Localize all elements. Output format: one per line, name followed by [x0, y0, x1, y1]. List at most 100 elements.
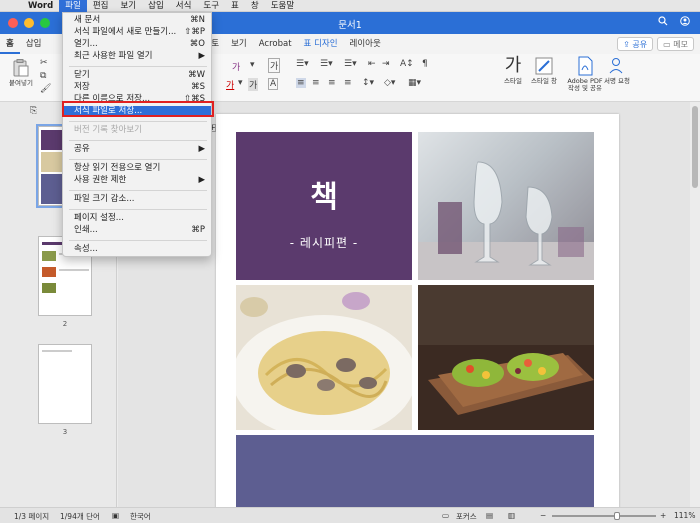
macos-menubar: Word 파일 편집 보기 삽입 서식 도구 표 창 도움말 [0, 0, 700, 12]
styles-pane-button[interactable]: 스타일 창 [530, 56, 558, 85]
adobe-pdf-button[interactable]: Adobe PDF 작성 및 공유 [566, 56, 604, 92]
status-language[interactable]: 한국어 [130, 511, 151, 522]
tab-insert[interactable]: 삽입 [20, 34, 48, 54]
menu-item-open-recent[interactable]: 최근 사용한 파일 열기 ▶ [63, 51, 211, 62]
decrease-indent-icon[interactable]: ⇤ [368, 59, 376, 69]
zoom-out-icon[interactable]: − [540, 511, 546, 520]
menu-item-share[interactable]: 공유 ▶ [63, 144, 211, 155]
menu-item-print[interactable]: 인쇄... ⌘P [63, 225, 211, 236]
increase-indent-icon[interactable]: ⇥ [382, 59, 390, 69]
justify-icon[interactable]: ≡ [344, 78, 352, 88]
tab-home[interactable]: 홈 [0, 34, 20, 54]
menu-item-new-document[interactable]: 새 문서 ⌘N [63, 15, 211, 26]
request-signature-button[interactable]: 서명 요청 [604, 56, 630, 85]
enclose-char-icon[interactable]: A [268, 78, 279, 90]
menu-file[interactable]: 파일 [59, 0, 87, 12]
menu-item-reduce-file-size[interactable]: 파일 크기 감소... [63, 194, 211, 205]
borders-icon[interactable]: ▦▾ [408, 78, 421, 88]
menu-help[interactable]: 도움말 [265, 0, 300, 12]
menu-item-page-setup[interactable]: 페이지 설정... [63, 213, 211, 224]
font-color-icon[interactable]: 가 [226, 78, 234, 91]
char-shading-icon[interactable]: 가 [248, 78, 259, 91]
tab-table-design[interactable]: 표 디자인 [298, 34, 344, 54]
menu-tools[interactable]: 도구 [197, 0, 225, 12]
styles-pane-icon [535, 57, 553, 75]
document-page[interactable]: + 책 - 레시피편 - [208, 114, 619, 515]
highlight-annotation-box [62, 101, 214, 117]
styles-button[interactable]: 가 스타일 [498, 56, 528, 85]
zoom-level[interactable]: 111% [674, 511, 695, 520]
styles-icon: 가 [504, 55, 522, 76]
adobe-pdf-icon [578, 56, 593, 76]
comment-icon: ▭ [663, 40, 674, 49]
menu-item-always-open-read-only[interactable]: 항상 읽기 전용으로 열기 [63, 163, 211, 174]
font-color-dropdown-icon[interactable]: ▾ [238, 78, 243, 88]
submenu-arrow-icon: ▶ [198, 144, 205, 154]
format-painter-icon[interactable]: 🖌 [40, 84, 51, 94]
cut-icon[interactable]: ✂ [40, 58, 48, 68]
copy-icon[interactable]: ⧉ [40, 71, 46, 81]
file-menu-dropdown: 새 문서 ⌘N 서식 파일에서 새로 만들기... ⇧⌘P 열기... ⌘O 최근 사… [62, 12, 212, 257]
status-word-count[interactable]: 1/94개 단어 [60, 511, 100, 522]
proofing-icon[interactable]: ▣ [112, 511, 119, 520]
menu-insert[interactable]: 삽입 [142, 0, 170, 12]
menu-separator [69, 159, 207, 160]
submenu-arrow-icon: ▶ [198, 51, 205, 61]
menu-item-save[interactable]: 저장 ⌘S [63, 82, 211, 93]
menu-item-restrict-permissions[interactable]: 사용 권한 제한 ▶ [63, 175, 211, 186]
sort-icon[interactable]: A↕ [400, 59, 414, 69]
paste-button[interactable]: 붙여넣기 [4, 58, 38, 87]
phonetic-guide-icon[interactable]: 가 [268, 58, 281, 73]
bullets-icon[interactable]: ☰▾ [296, 59, 309, 69]
highlight-format-icon[interactable]: 가 [232, 60, 240, 73]
cover-title-block: 책 - 레시피편 - [236, 132, 412, 280]
menu-edit[interactable]: 편집 [87, 0, 115, 12]
tab-layout[interactable]: 레이아웃 [344, 34, 387, 54]
comments-button[interactable]: ▭ 메모 [657, 37, 694, 51]
cover-subtitle: - 레시피편 - [289, 236, 359, 250]
menu-table[interactable]: 표 [225, 0, 245, 12]
page-number-3: 3 [62, 428, 68, 436]
photo-pasta [236, 285, 412, 430]
page-number-2: 2 [62, 320, 68, 328]
tab-acrobat[interactable]: Acrobat [253, 34, 298, 54]
shading-icon[interactable]: ◇▾ [384, 78, 395, 88]
menu-item-open[interactable]: 열기... ⌘O [63, 39, 211, 50]
menu-format[interactable]: 서식 [170, 0, 198, 12]
line-spacing-icon[interactable]: ↕▾ [362, 78, 374, 88]
align-center-icon[interactable]: ≡ [312, 78, 320, 88]
menu-view[interactable]: 보기 [114, 0, 142, 12]
text-effects-icon[interactable]: ▾ [250, 60, 255, 70]
photo-wine-glasses [418, 132, 594, 280]
menu-separator [69, 121, 207, 122]
tab-view[interactable]: 보기 [225, 34, 253, 54]
zoom-slider-thumb[interactable] [614, 512, 620, 520]
zoom-in-icon[interactable]: + [660, 511, 666, 520]
menu-item-new-from-template[interactable]: 서식 파일에서 새로 만들기... ⇧⌘P [63, 27, 211, 38]
status-focus[interactable]: 포커스 [456, 511, 477, 522]
print-layout-icon[interactable]: ▤ [486, 511, 493, 520]
menu-item-properties[interactable]: 속성... [63, 244, 211, 255]
vertical-scrollbar[interactable] [690, 102, 700, 507]
status-page-count[interactable]: 1/3 페이지 [14, 511, 49, 522]
numbering-icon[interactable]: ☰▾ [320, 59, 333, 69]
zoom-slider[interactable] [552, 515, 656, 517]
web-layout-icon[interactable]: ▥ [508, 511, 515, 520]
share-button[interactable]: ⇪ 공유 [617, 37, 654, 51]
show-marks-icon[interactable]: ¶ [422, 59, 428, 69]
cover-title: 책 [310, 180, 338, 215]
account-icon[interactable] [680, 16, 690, 29]
scrollbar-thumb[interactable] [692, 106, 698, 188]
search-icon[interactable] [658, 16, 668, 29]
focus-icon[interactable]: ▭ [442, 511, 449, 520]
menu-window[interactable]: 창 [245, 0, 265, 12]
thumbnail-page-3[interactable] [38, 344, 92, 424]
align-right-icon[interactable]: ≡ [328, 78, 336, 88]
menu-separator [69, 209, 207, 210]
page-view-icon[interactable]: ⎘ [30, 106, 37, 116]
multilevel-list-icon[interactable]: ☰▾ [344, 59, 357, 69]
menu-item-close[interactable]: 닫기 ⌘W [63, 70, 211, 81]
menu-app-word[interactable]: Word [22, 0, 59, 12]
align-left-icon[interactable]: ≡ [296, 78, 306, 88]
submenu-arrow-icon: ▶ [198, 175, 205, 185]
